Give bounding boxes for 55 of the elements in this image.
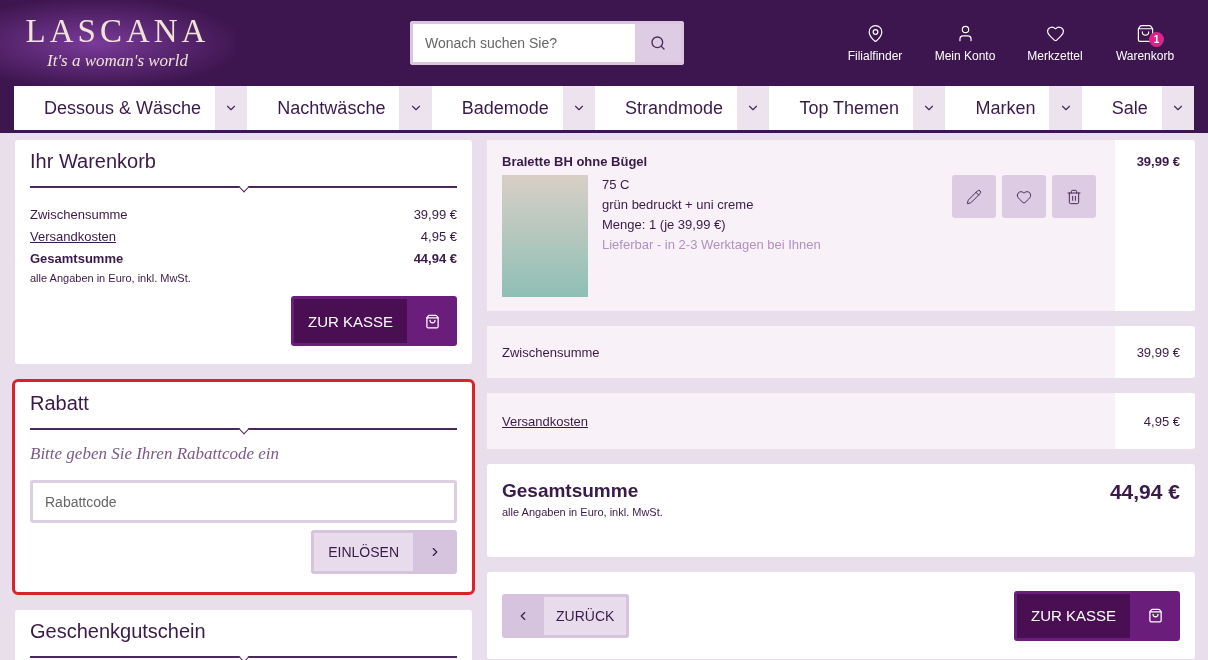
nav-dropdown-button[interactable] — [1161, 86, 1195, 130]
nav-item[interactable]: Marken — [945, 86, 1050, 130]
nav-item[interactable]: Bademode — [431, 86, 563, 130]
grand-total-label: Gesamtsumme — [502, 480, 639, 503]
shopping-bag-icon — [424, 313, 440, 329]
shipping-costs-link[interactable]: Versandkosten — [502, 413, 588, 429]
checkout-button[interactable]: ZUR KASSE — [1013, 590, 1180, 641]
header-link[interactable]: Filialfinder — [830, 23, 920, 63]
nav-item[interactable]: Sale — [1081, 86, 1162, 130]
nav-item[interactable]: Dessous & Wäsche — [14, 86, 216, 130]
summary-label: Zwischensumme — [30, 206, 128, 224]
tax-note: alle Angaben in Euro, inkl. MwSt. — [30, 272, 192, 284]
availability-text: Lieferbar - in 2-3 Werktagen bei Ihnen — [602, 236, 821, 254]
discount-code-field[interactable]: Rabattcode — [30, 480, 457, 523]
nav-item[interactable]: Strandmode — [595, 86, 738, 130]
grand-total-value: 44,94 € — [1109, 480, 1180, 504]
logo-tagline: It's a woman's world — [47, 51, 188, 71]
heart-icon — [1045, 23, 1065, 43]
summary-value: 4,95 € — [420, 228, 457, 246]
nav-item[interactable]: Top Themen — [769, 86, 914, 130]
shopping-bag-icon — [1135, 23, 1155, 43]
heart-icon — [1016, 188, 1032, 205]
back-button[interactable]: ZURÜCK — [502, 593, 630, 638]
card-title: Rabatt — [30, 392, 90, 415]
summary-value: 44,94 € — [413, 250, 457, 268]
total-value: 4,95 € — [1142, 412, 1181, 431]
wishlist-button[interactable] — [1002, 175, 1046, 218]
card-title: Geschenkgutschein — [30, 620, 207, 643]
pencil-icon — [966, 188, 982, 205]
header-link[interactable]: Merkzettel — [1010, 23, 1100, 63]
header-link[interactable]: Warenkorb 1 — [1100, 23, 1190, 63]
product-detail: grün bedruckt + uni creme — [602, 196, 755, 214]
product-detail: Menge: 1 (je 39,99 €) — [602, 216, 727, 234]
brand-logo[interactable]: LASCANA It's a woman's world — [0, 0, 235, 86]
logo-wordmark: LASCANA — [25, 15, 210, 48]
shopping-bag-icon — [1147, 608, 1163, 623]
product-price: 39,99 € — [1135, 153, 1181, 171]
tax-note: alle Angaben in Euro, inkl. MwSt. — [502, 506, 664, 518]
product-name[interactable]: Bralette BH ohne Bügel — [502, 154, 1100, 169]
redeem-button[interactable]: EINLÖSEN — [311, 530, 457, 574]
delete-button[interactable] — [1052, 175, 1096, 218]
cart-count-badge: 1 — [1149, 31, 1164, 47]
total-value: 39,99 € — [1135, 343, 1181, 362]
summary-value: 39,99 € — [413, 206, 457, 224]
product-detail: 75 C — [602, 176, 631, 194]
header-link[interactable]: Mein Konto — [920, 23, 1010, 63]
nav-item[interactable]: Nachtwäsche — [247, 86, 400, 130]
card-title: Ihr Warenkorb — [30, 150, 157, 173]
summary-label: Gesamtsumme — [30, 250, 124, 268]
discount-prompt: Bitte geben Sie Ihren Rabattcode ein — [30, 444, 281, 464]
edit-button[interactable] — [952, 175, 996, 218]
total-label: Zwischensumme — [502, 344, 600, 360]
trash-icon — [1066, 188, 1082, 205]
shipping-costs-link[interactable]: Versandkosten — [30, 226, 116, 248]
checkout-button[interactable]: ZUR KASSE — [290, 296, 457, 346]
